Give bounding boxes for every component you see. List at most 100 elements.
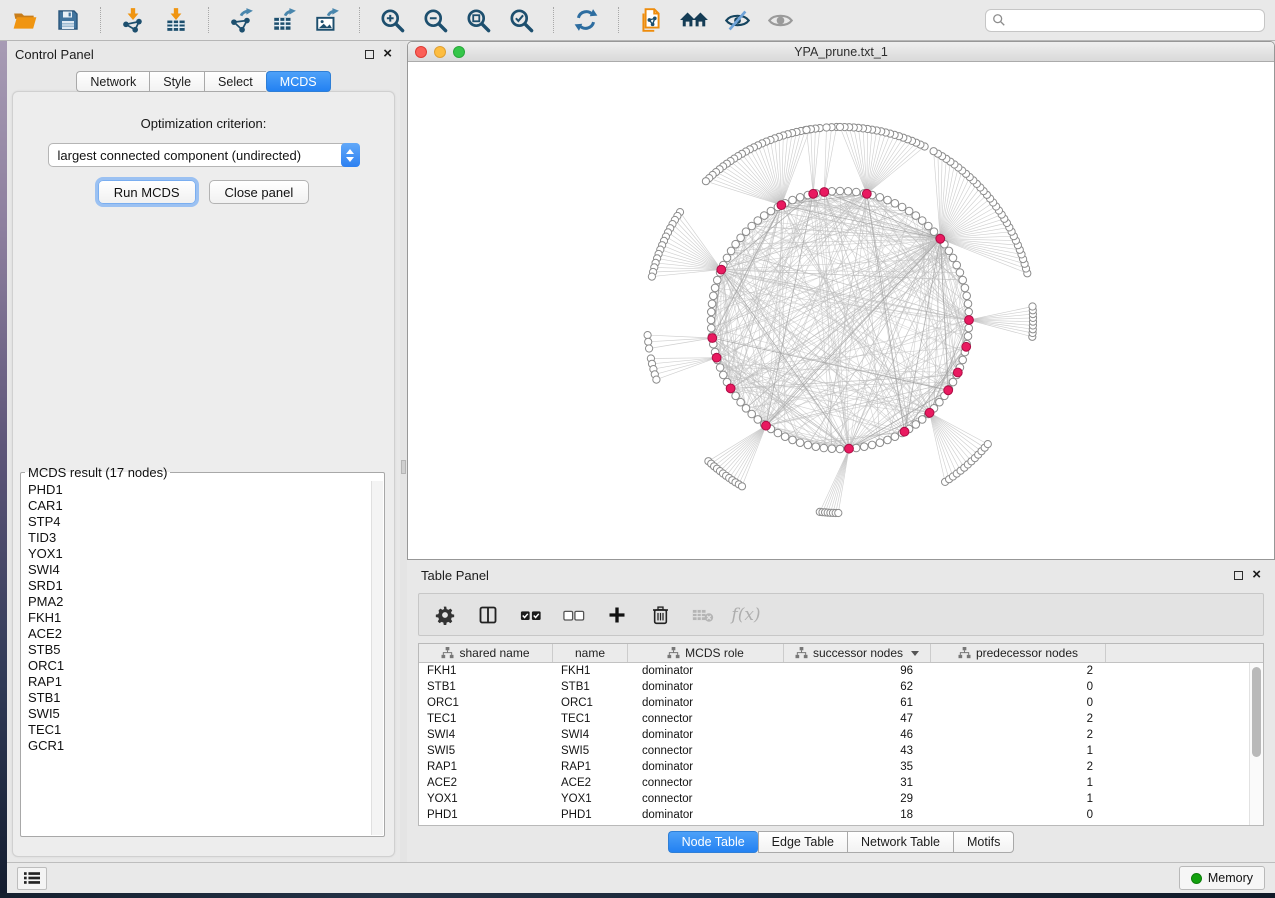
- cell-mcds-role[interactable]: dominator: [628, 729, 784, 741]
- list-item[interactable]: SWI5: [28, 706, 371, 722]
- delete-column-button[interactable]: [648, 603, 672, 627]
- cell-mcds-role[interactable]: connector: [628, 777, 784, 789]
- cell-name[interactable]: FKH1: [553, 665, 628, 677]
- network-graph[interactable]: [408, 62, 1274, 559]
- table-row[interactable]: ACE2 ACE2 connector 31 1: [419, 775, 1249, 791]
- hide-selected-button[interactable]: [722, 5, 752, 35]
- tab-network-table[interactable]: Network Table: [847, 831, 953, 853]
- cell-successor-nodes[interactable]: 96: [784, 665, 931, 677]
- select-all-button[interactable]: [519, 603, 543, 627]
- splitter-handle-icon[interactable]: [401, 460, 406, 474]
- cell-successor-nodes[interactable]: 46: [784, 729, 931, 741]
- list-item[interactable]: STB5: [28, 642, 371, 658]
- close-panel-icon[interactable]: ×: [383, 49, 392, 59]
- criterion-select[interactable]: largest connected component (undirected): [48, 143, 360, 167]
- cell-predecessor-nodes[interactable]: 1: [931, 745, 1106, 757]
- cell-name[interactable]: ORC1: [553, 697, 628, 709]
- cell-mcds-role[interactable]: connector: [628, 793, 784, 805]
- list-item[interactable]: YOX1: [28, 546, 371, 562]
- cell-successor-nodes[interactable]: 35: [784, 761, 931, 773]
- network-window-titlebar[interactable]: YPA_prune.txt_1: [408, 42, 1274, 62]
- cell-successor-nodes[interactable]: 31: [784, 777, 931, 789]
- cell-mcds-role[interactable]: dominator: [628, 761, 784, 773]
- cell-name[interactable]: PHD1: [553, 809, 628, 821]
- panel-splitter[interactable]: [400, 41, 407, 862]
- home-networks-button[interactable]: [679, 5, 709, 35]
- cell-shared-name[interactable]: SWI5: [419, 745, 553, 757]
- tab-network[interactable]: Network: [76, 71, 149, 92]
- cell-predecessor-nodes[interactable]: 2: [931, 713, 1106, 725]
- save-session-button[interactable]: [53, 5, 83, 35]
- cell-shared-name[interactable]: ORC1: [419, 697, 553, 709]
- table-row[interactable]: RAP1 RAP1 dominator 35 2: [419, 759, 1249, 775]
- cell-name[interactable]: STB1: [553, 681, 628, 693]
- cell-shared-name[interactable]: TEC1: [419, 713, 553, 725]
- delete-table-button[interactable]: [691, 603, 715, 627]
- list-item[interactable]: SWI4: [28, 562, 371, 578]
- cell-mcds-role[interactable]: connector: [628, 745, 784, 757]
- table-row[interactable]: ORC1 ORC1 dominator 61 0: [419, 695, 1249, 711]
- tab-mcds[interactable]: MCDS: [266, 71, 331, 92]
- zoom-in-button[interactable]: [377, 5, 407, 35]
- list-item[interactable]: SRD1: [28, 578, 371, 594]
- import-table-button[interactable]: [161, 5, 191, 35]
- cell-mcds-role[interactable]: dominator: [628, 665, 784, 677]
- cell-successor-nodes[interactable]: 18: [784, 809, 931, 821]
- function-builder-button[interactable]: f(x): [734, 603, 758, 627]
- table-settings-button[interactable]: [433, 603, 457, 627]
- table-row[interactable]: YOX1 YOX1 connector 29 1: [419, 791, 1249, 807]
- deselect-all-button[interactable]: [562, 603, 586, 627]
- cell-shared-name[interactable]: ACE2: [419, 777, 553, 789]
- cell-name[interactable]: SWI5: [553, 745, 628, 757]
- float-panel-icon[interactable]: [1234, 571, 1243, 580]
- cell-successor-nodes[interactable]: 43: [784, 745, 931, 757]
- table-row[interactable]: PHD1 PHD1 dominator 18 0: [419, 807, 1249, 823]
- table-scrollbar[interactable]: [1249, 663, 1263, 825]
- close-panel-button[interactable]: Close panel: [209, 180, 310, 204]
- cell-predecessor-nodes[interactable]: 2: [931, 761, 1106, 773]
- list-item[interactable]: ORC1: [28, 658, 371, 674]
- zoom-selected-button[interactable]: [506, 5, 536, 35]
- cell-successor-nodes[interactable]: 61: [784, 697, 931, 709]
- list-item[interactable]: PHD1: [28, 482, 371, 498]
- list-item[interactable]: TEC1: [28, 722, 371, 738]
- cell-predecessor-nodes[interactable]: 0: [931, 809, 1106, 821]
- zoom-out-button[interactable]: [420, 5, 450, 35]
- tab-node-table[interactable]: Node Table: [668, 831, 758, 853]
- table-scrollbar-thumb[interactable]: [1252, 667, 1261, 757]
- tab-style[interactable]: Style: [149, 71, 204, 92]
- table-row[interactable]: STB1 STB1 dominator 62 0: [419, 679, 1249, 695]
- export-table-button[interactable]: [269, 5, 299, 35]
- zoom-fit-button[interactable]: [463, 5, 493, 35]
- cell-mcds-role[interactable]: dominator: [628, 681, 784, 693]
- list-item[interactable]: FKH1: [28, 610, 371, 626]
- float-panel-icon[interactable]: [365, 50, 374, 59]
- table-row[interactable]: FKH1 FKH1 dominator 96 2: [419, 663, 1249, 679]
- tab-select[interactable]: Select: [204, 71, 266, 92]
- list-item[interactable]: GCR1: [28, 738, 371, 754]
- share-document-button[interactable]: [636, 5, 666, 35]
- tab-motifs[interactable]: Motifs: [953, 831, 1014, 853]
- column-header-predecessor-nodes[interactable]: predecessor nodes: [931, 644, 1106, 662]
- cell-name[interactable]: YOX1: [553, 793, 628, 805]
- show-all-button[interactable]: [765, 5, 795, 35]
- cell-predecessor-nodes[interactable]: 1: [931, 793, 1106, 805]
- column-header-shared-name[interactable]: shared name: [419, 644, 553, 662]
- add-column-button[interactable]: [605, 603, 629, 627]
- cell-predecessor-nodes[interactable]: 0: [931, 681, 1106, 693]
- memory-button[interactable]: Memory: [1179, 866, 1265, 890]
- show-columns-button[interactable]: [476, 603, 500, 627]
- close-panel-icon[interactable]: ×: [1252, 570, 1261, 580]
- cell-name[interactable]: RAP1: [553, 761, 628, 773]
- cell-mcds-role[interactable]: dominator: [628, 809, 784, 821]
- column-header-successor-nodes[interactable]: successor nodes: [784, 644, 931, 662]
- column-header-mcds-role[interactable]: MCDS role: [628, 644, 784, 662]
- column-header-name[interactable]: name: [553, 644, 628, 662]
- cell-shared-name[interactable]: SWI4: [419, 729, 553, 741]
- export-image-button[interactable]: [312, 5, 342, 35]
- cell-predecessor-nodes[interactable]: 2: [931, 665, 1106, 677]
- cell-shared-name[interactable]: YOX1: [419, 793, 553, 805]
- cell-shared-name[interactable]: STB1: [419, 681, 553, 693]
- list-item[interactable]: PMA2: [28, 594, 371, 610]
- result-list-scrollbar[interactable]: [371, 481, 383, 835]
